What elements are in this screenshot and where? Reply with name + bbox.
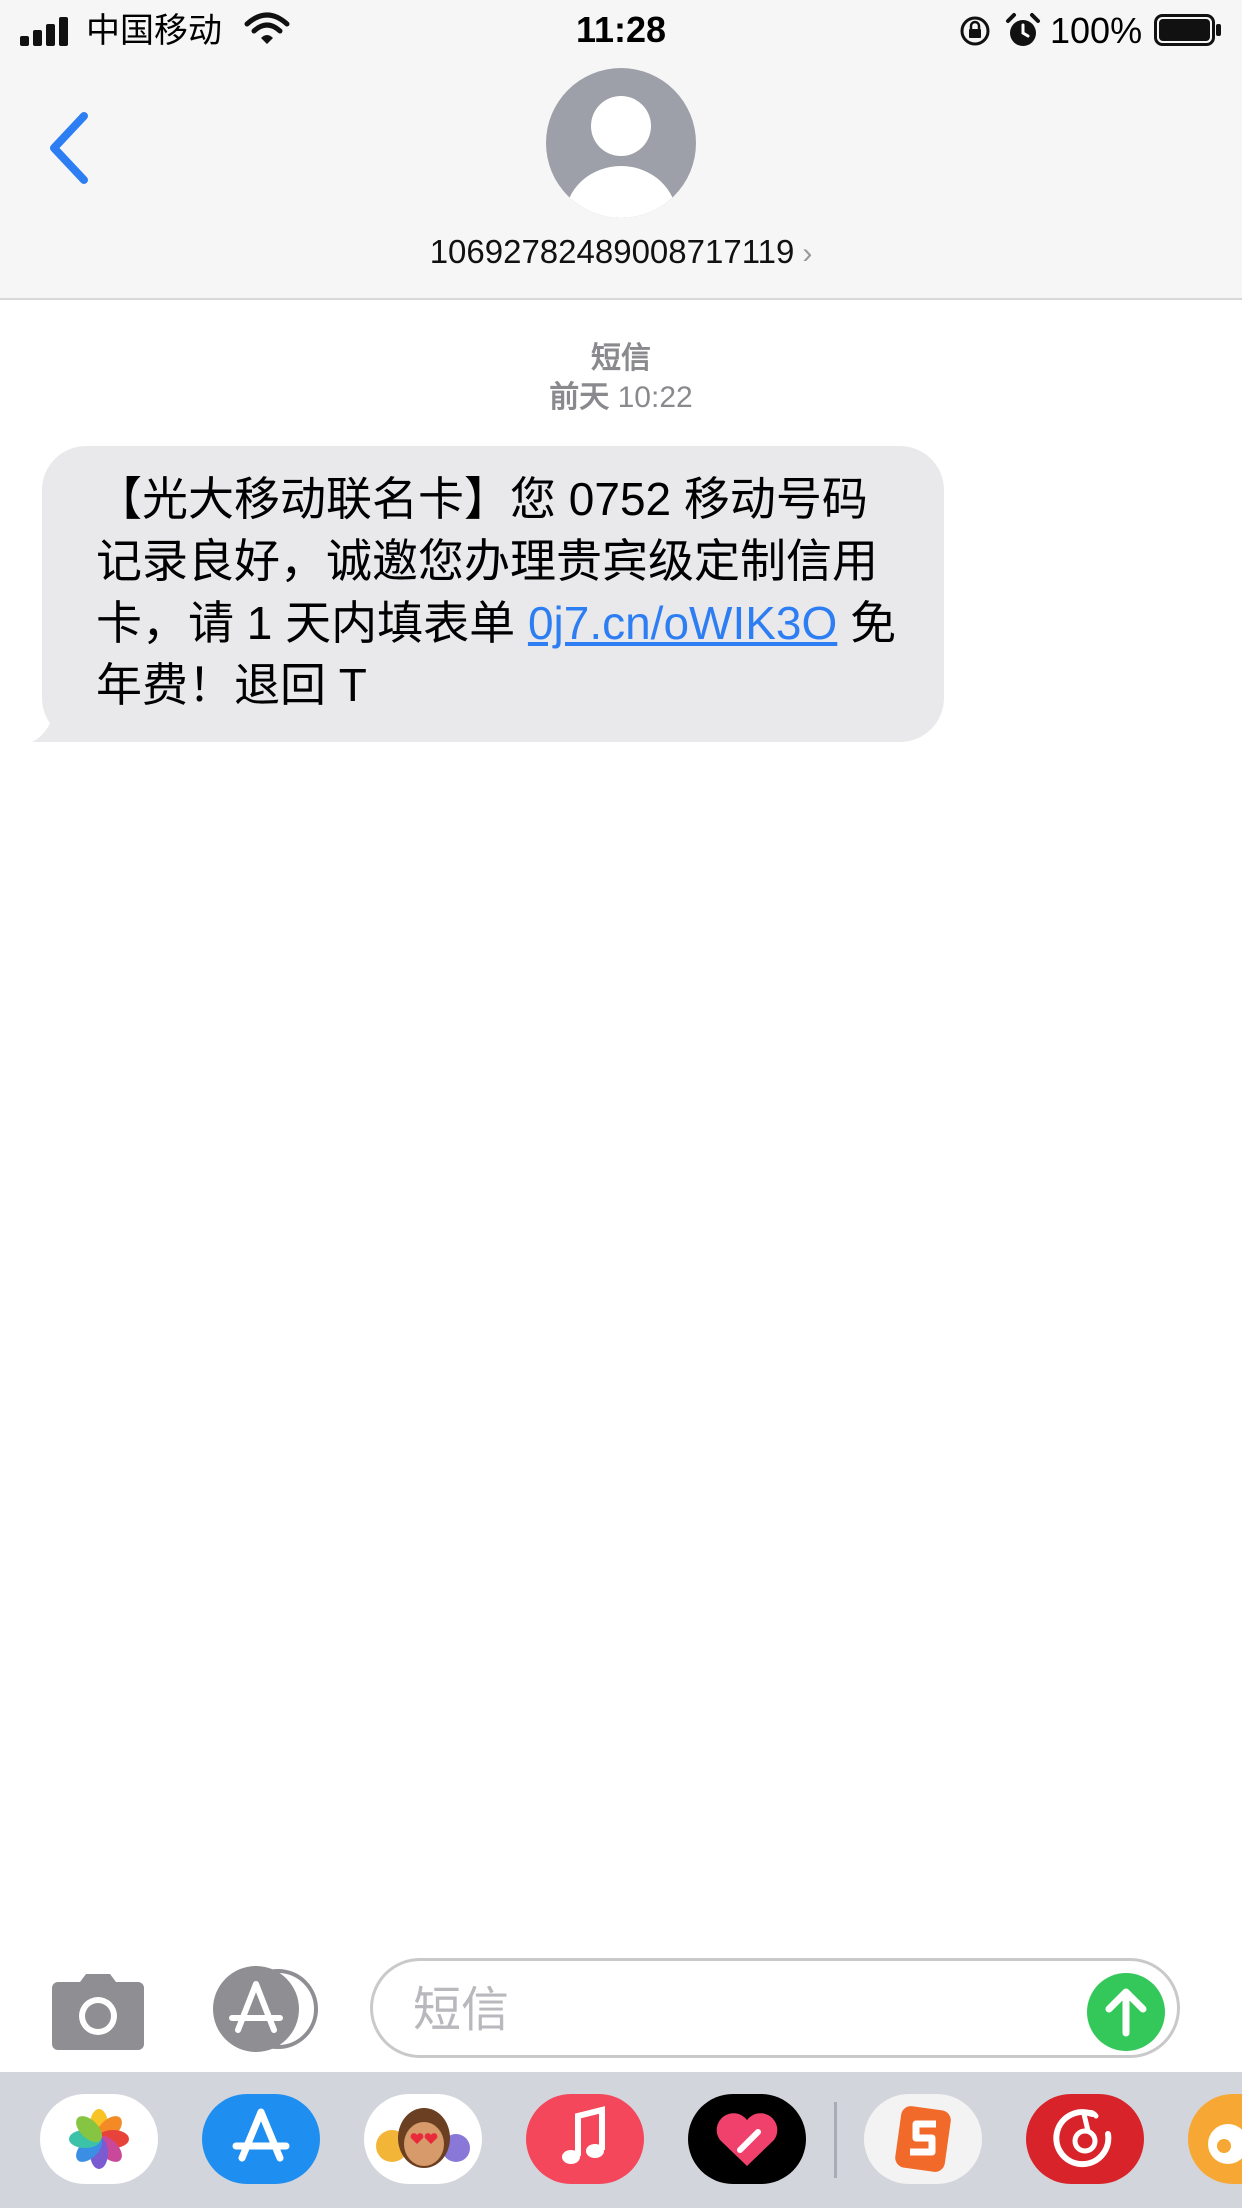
chevron-right-icon: ›: [802, 237, 813, 270]
camera-icon: [52, 1974, 144, 2050]
battery-icon: [1154, 14, 1221, 46]
message-input[interactable]: [411, 1979, 1095, 2041]
apps-button[interactable]: [208, 1966, 318, 2052]
send-arrow-icon: [1105, 1988, 1147, 2037]
message-link[interactable]: 0j7.cn/oWIK3O: [528, 597, 837, 649]
netease-music-icon: [1053, 2109, 1112, 2168]
sogou-input-icon: [895, 2106, 951, 2172]
weibo-app[interactable]: [1188, 2094, 1242, 2184]
rotation-lock-icon: [960, 16, 990, 46]
imessage-app-drawer: [0, 2072, 1242, 2208]
chevron-left-icon: [50, 112, 88, 184]
app-store-icon: [232, 2108, 290, 2162]
contact-avatar[interactable]: [546, 68, 696, 218]
incoming-message[interactable]: 【光大移动联名卡】您 0752 移动号码记录良好，诚邀您办理贵宾级定制信用卡，请…: [32, 446, 944, 742]
alarm-icon: [1006, 13, 1040, 46]
photos-icon: [69, 2109, 129, 2169]
back-button[interactable]: [40, 108, 100, 188]
memoji-stickers-icon: [376, 2108, 470, 2168]
service-label: 短信: [591, 342, 651, 375]
timestamp-day: 前天: [549, 381, 610, 414]
send-button[interactable]: [1087, 1973, 1165, 2051]
photos-app[interactable]: [40, 2094, 158, 2184]
dock-divider: [834, 2102, 837, 2178]
app-store-app[interactable]: [202, 2094, 320, 2184]
message-input-field[interactable]: [370, 1958, 1180, 2058]
music-app[interactable]: [526, 2094, 644, 2184]
netease-music-app[interactable]: [1026, 2094, 1144, 2184]
message-composer: [0, 1950, 1242, 2070]
fitness-heart-icon: [716, 2113, 778, 2166]
memoji-stickers-app[interactable]: [364, 2094, 482, 2184]
timestamp-time: 10:22: [617, 381, 693, 414]
app-store-icon: [213, 1966, 318, 2052]
sogou-input-app[interactable]: [864, 2094, 982, 2184]
contact-number[interactable]: 106927824890087171​19 ›: [0, 230, 1242, 276]
status-bar: 中国移动 11:28 100%: [0, 0, 1242, 60]
music-icon: [562, 2106, 605, 2164]
weibo-icon: [1208, 2124, 1242, 2164]
message-timestamp: 前天 10:22: [0, 379, 1242, 417]
message-bubble[interactable]: 【光大移动联名卡】您 0752 移动号码记录良好，诚邀您办理贵宾级定制信用卡，请…: [42, 446, 944, 742]
contact-number-text: 106927824890087171​19: [429, 233, 795, 270]
fitness-app[interactable]: [688, 2094, 806, 2184]
battery-percent: 100%: [1050, 10, 1143, 51]
person-icon: [565, 96, 677, 218]
camera-button[interactable]: [50, 1972, 146, 2052]
